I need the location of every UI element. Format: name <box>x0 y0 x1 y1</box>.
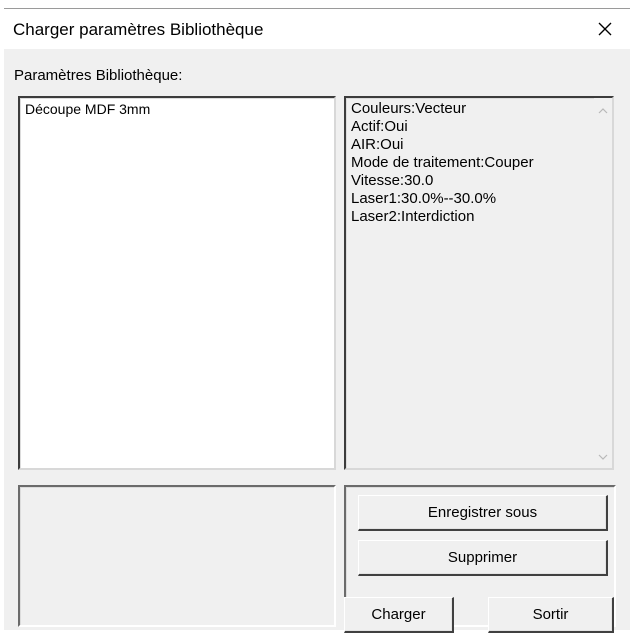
close-icon <box>598 22 612 36</box>
library-list-item[interactable]: Découpe MDF 3mm <box>22 100 153 118</box>
param-line: Laser2:Interdiction <box>351 208 475 225</box>
preview-panel <box>18 485 336 627</box>
window-title: Charger paramètres Bibliothèque <box>13 20 264 39</box>
param-line: Mode de traitement:Couper <box>351 154 534 171</box>
library-section-label: Paramètres Bibliothèque: <box>14 67 183 84</box>
params-text: Couleurs:Vecteur Actif:Oui AIR:Oui Mode … <box>351 100 534 226</box>
param-line: Couleurs:Vecteur <box>351 100 467 117</box>
param-line: Vitesse:30.0 <box>351 172 434 189</box>
scroll-up-icon[interactable] <box>597 106 609 116</box>
save-as-button[interactable]: Enregistrer sous <box>358 495 608 531</box>
params-textbox[interactable]: Couleurs:Vecteur Actif:Oui AIR:Oui Mode … <box>344 96 614 470</box>
param-line: Actif:Oui <box>351 118 408 135</box>
close-button[interactable] <box>586 11 624 47</box>
scroll-down-icon[interactable] <box>597 452 609 462</box>
library-list[interactable]: Découpe MDF 3mm <box>18 96 336 470</box>
dialog-window: Charger paramètres Bibliothèque Paramètr… <box>4 8 630 633</box>
param-line: Laser1:30.0%--30.0% <box>351 190 497 207</box>
titlebar: Charger paramètres Bibliothèque <box>4 9 630 49</box>
params-scrollbar[interactable] <box>594 98 612 468</box>
exit-button[interactable]: Sortir <box>488 597 614 633</box>
load-button[interactable]: Charger <box>344 597 454 633</box>
delete-button[interactable]: Supprimer <box>358 540 608 576</box>
param-line: AIR:Oui <box>351 136 404 153</box>
